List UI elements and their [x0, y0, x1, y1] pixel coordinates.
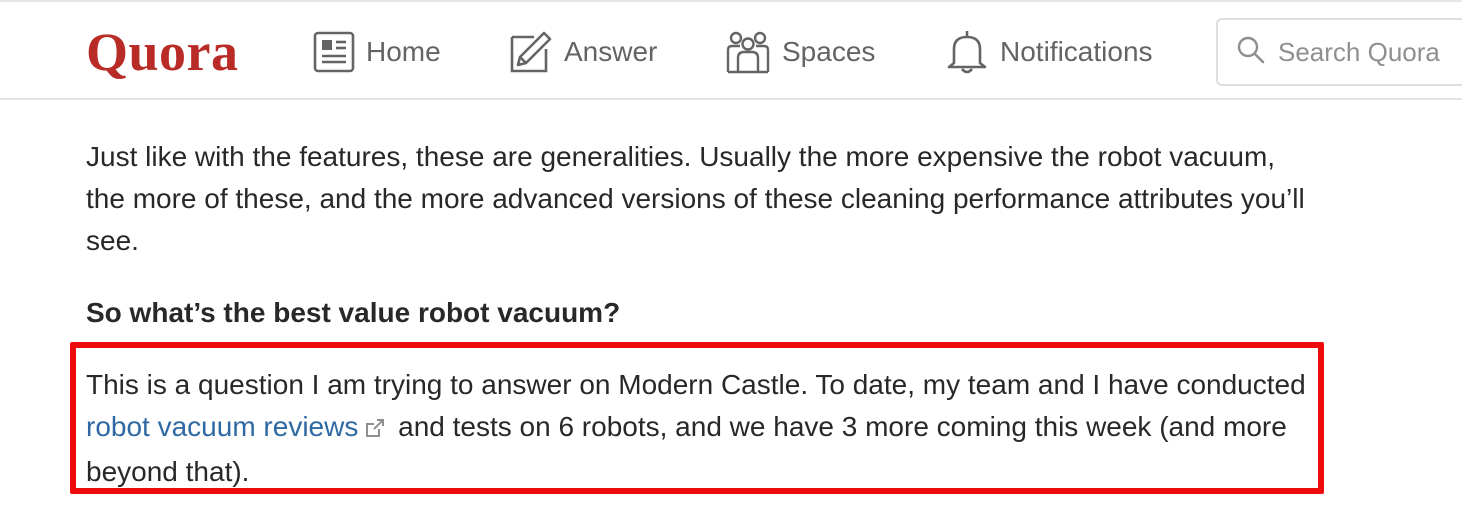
paragraph-text-before-link: This is a question I am trying to answer… — [86, 369, 1306, 400]
external-link-icon — [364, 409, 386, 451]
search-icon — [1236, 35, 1266, 70]
home-icon — [312, 30, 356, 74]
answer-content: Just like with the features, these are g… — [86, 136, 1306, 262]
answer-icon — [508, 29, 554, 75]
search-input[interactable] — [1276, 35, 1462, 69]
nav-spaces-label: Spaces — [782, 36, 876, 67]
paragraph-features: Just like with the features, these are g… — [86, 141, 1305, 256]
paragraph-modern-castle: This is a question I am trying to answer… — [86, 364, 1306, 493]
nav-home[interactable]: Home — [312, 26, 441, 78]
spaces-icon — [724, 28, 772, 76]
nav-home-label: Home — [366, 36, 441, 67]
top-navigation-bar: Quora Home Answer Spaces Notifications S… — [0, 0, 1462, 100]
nav-answer[interactable]: Answer — [508, 26, 657, 78]
nav-answer-label: Answer — [564, 36, 658, 67]
bell-icon — [944, 29, 990, 75]
nav-notifications[interactable]: Notifications — [944, 26, 1153, 78]
quora-logo[interactable]: Quora — [86, 22, 239, 82]
nav-spaces[interactable]: Spaces — [724, 26, 875, 78]
search-box[interactable] — [1216, 18, 1462, 86]
nav-notifications-label: Notifications — [1000, 36, 1153, 67]
robot-vacuum-reviews-link[interactable]: robot vacuum reviews — [86, 411, 358, 442]
section-heading: So what’s the best value robot vacuum? — [86, 297, 621, 328]
